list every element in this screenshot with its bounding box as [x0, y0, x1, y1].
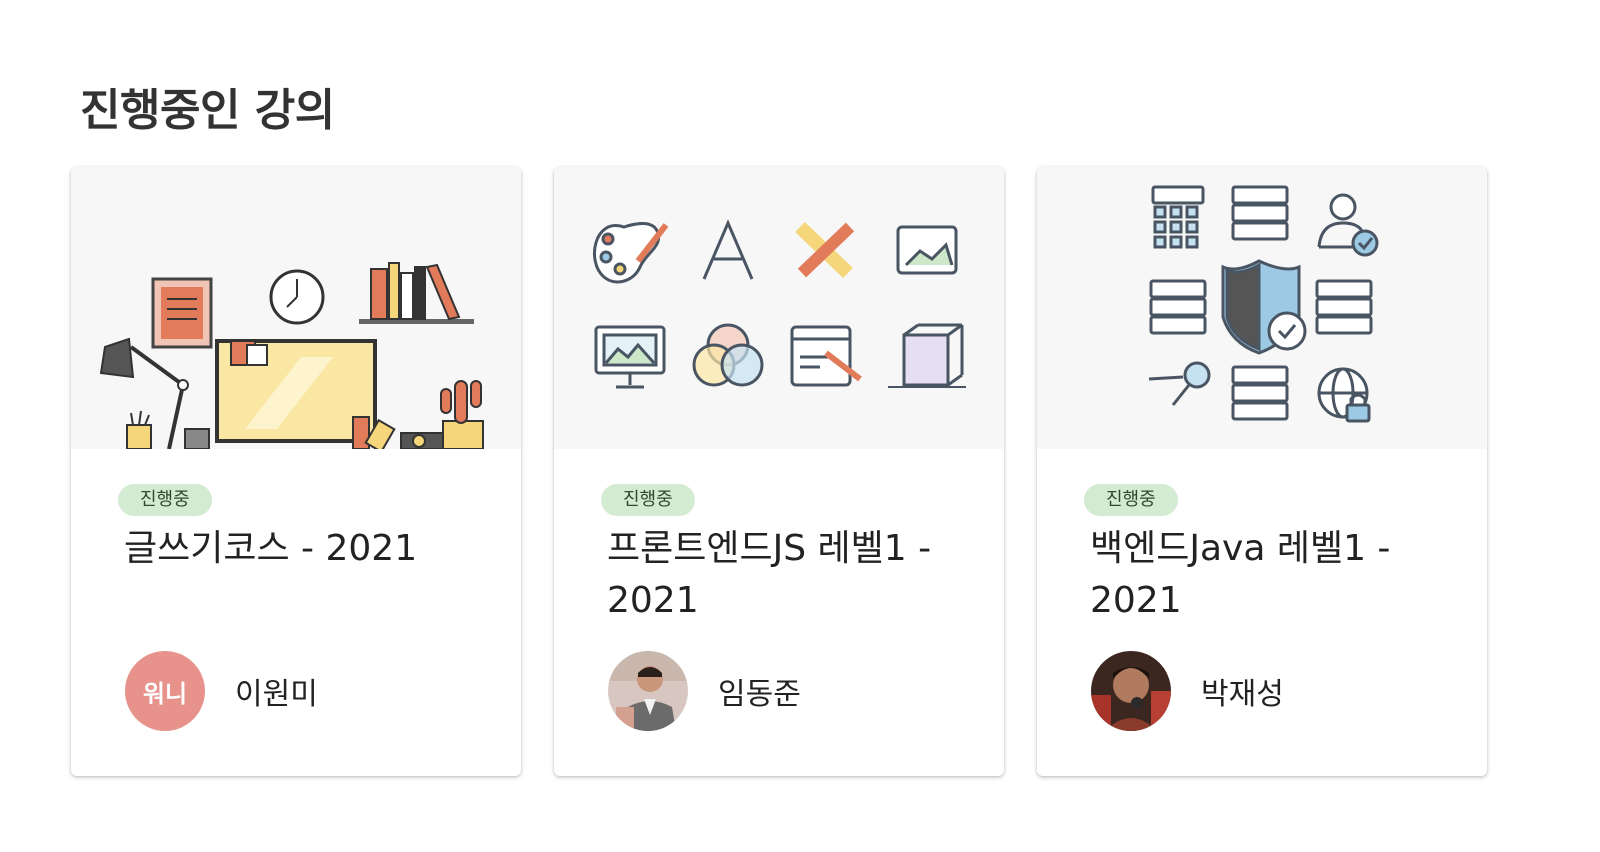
course-card-backend[interactable]: 진행중 백엔드Java 레벨1 - 2021 박재성 [1037, 167, 1487, 776]
instructor-name: 이원미 [235, 677, 318, 712]
course-title[interactable]: 프론트엔드JS 레벨1 - 2021 [607, 523, 967, 627]
course-thumbnail-security-icons [1037, 167, 1487, 449]
course-thumbnail-design-icons [554, 167, 1004, 449]
course-card-writing[interactable]: 진행중 글쓰기코스 - 2021 워니 이원미 [71, 167, 521, 776]
course-title[interactable]: 백엔드Java 레벨1 - 2021 [1090, 523, 1450, 627]
instructor: 박재성 [1091, 651, 1284, 731]
status-badge: 진행중 [1084, 484, 1178, 516]
course-title[interactable]: 글쓰기코스 - 2021 [124, 523, 484, 575]
avatar-photo [608, 651, 688, 731]
instructor-name: 임동준 [718, 677, 801, 712]
status-badge: 진행중 [118, 484, 212, 516]
avatar-photo [1091, 651, 1171, 731]
course-thumbnail-desk [71, 167, 521, 449]
status-badge: 진행중 [601, 484, 695, 516]
instructor: 임동준 [608, 651, 801, 731]
course-card-frontend[interactable]: 진행중 프론트엔드JS 레벨1 - 2021 임동준 [554, 167, 1004, 776]
section-title: 진행중인 강의 [80, 85, 335, 136]
instructor: 워니 이원미 [125, 651, 318, 731]
avatar: 워니 [125, 651, 205, 731]
course-list: 진행중 글쓰기코스 - 2021 워니 이원미 진행중 프론트엔드JS 레벨1 … [71, 167, 1487, 776]
instructor-name: 박재성 [1201, 677, 1284, 712]
